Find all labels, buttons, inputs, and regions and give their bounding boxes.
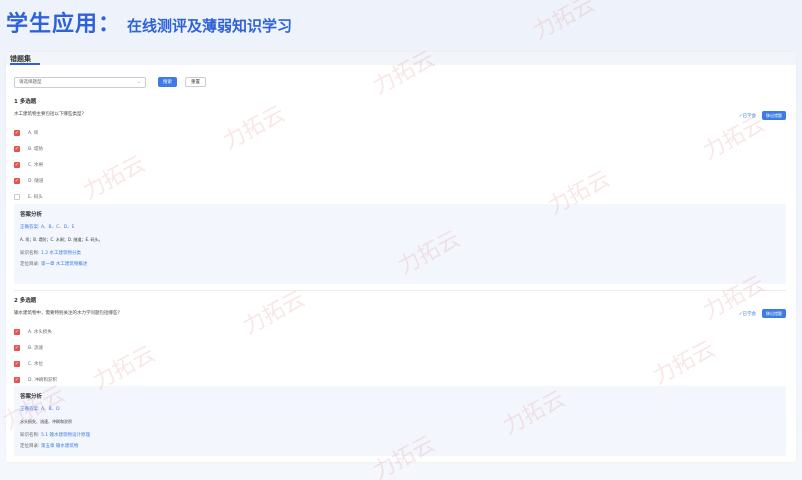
correct-answer-label: 正确答案: bbox=[20, 407, 40, 412]
knowledge-point-link[interactable]: 1.2 水工建筑物分类 bbox=[41, 251, 81, 256]
option-label: E. 码头 bbox=[28, 195, 43, 200]
option-b[interactable]: ✓ B. 流速 bbox=[14, 340, 790, 356]
page-title: 学生应用： bbox=[6, 12, 122, 37]
catalog-location-link[interactable]: 第五章 输水建筑物 bbox=[41, 444, 78, 449]
correct-answer-value: A、B、D bbox=[40, 407, 60, 412]
question-text: 输水建筑物中，需要特别关注的水力学问题包括哪些? bbox=[14, 311, 120, 316]
correct-answer-label: 正确答案: bbox=[20, 225, 40, 230]
mark-learned-button[interactable]: ✓已学会 bbox=[739, 113, 756, 119]
knowledge-point: 知识名称: 1.2 水工建筑物分类 bbox=[20, 250, 780, 256]
option-a[interactable]: ✓ A. 水头损失 bbox=[14, 324, 790, 340]
option-label: D. 冲刷和淤积 bbox=[28, 378, 57, 383]
option-label: D. 隧道 bbox=[28, 179, 44, 184]
question-2: 2 多选题 输水建筑物中，需要特别关注的水力学问题包括哪些? ✓已学会 移出错题… bbox=[14, 296, 790, 388]
catalog-location-label: 定位目录: bbox=[20, 444, 40, 449]
checkbox-checked-icon[interactable]: ✓ bbox=[14, 162, 20, 168]
option-label: B. 堤防 bbox=[28, 147, 43, 152]
wrong-question-panel: 错题集 请选择题型 ⌄ 搜索 重置 1 多选题 水工建筑物主要包括以下哪些类型?… bbox=[6, 52, 796, 462]
option-list: ✓ A. 坝 ✓ B. 堤防 ✓ C. 水闸 ✓ D. 隧道 E. 码头 bbox=[14, 125, 790, 205]
question-heading: 1 多选题 bbox=[14, 99, 37, 105]
answer-analysis-1: 答案分析 正确答案: A、B、C、D、E A. 坝；B. 堤防；C. 水闸；D.… bbox=[14, 204, 786, 284]
question-actions: ✓已学会 移出错题 bbox=[739, 309, 786, 318]
question-type-select-value: 请选择题型 bbox=[19, 80, 42, 85]
question-heading: 2 多选题 bbox=[14, 298, 37, 304]
remove-wrong-button[interactable]: 移出错题 bbox=[762, 111, 786, 120]
question-type-select[interactable]: 请选择题型 ⌄ bbox=[14, 76, 146, 88]
knowledge-point-label: 知识名称: bbox=[20, 251, 40, 256]
remove-wrong-button[interactable]: 移出错题 bbox=[762, 309, 786, 318]
page-subtitle: 在线测评及薄弱知识学习 bbox=[127, 17, 293, 35]
question-1: 1 多选题 水工建筑物主要包括以下哪些类型? ✓已学会 移出错题 ✓ A. 坝 … bbox=[14, 97, 790, 205]
checkbox-checked-icon[interactable]: ✓ bbox=[14, 146, 20, 152]
answer-analysis-2: 答案分析 正确答案: A、B、D 水头损失、流速、冲刷和淤积 知识名称: 5.1… bbox=[14, 386, 786, 456]
checkbox-checked-icon[interactable]: ✓ bbox=[14, 361, 20, 367]
catalog-location: 定位目录: 第一章 水工建筑物概述 bbox=[20, 261, 780, 267]
option-c[interactable]: ✓ C. 水位 bbox=[14, 356, 790, 372]
chevron-down-icon: ⌄ bbox=[136, 79, 141, 85]
checkbox-checked-icon[interactable]: ✓ bbox=[14, 130, 20, 136]
analysis-detail: 水头损失、流速、冲刷和淤积 bbox=[20, 419, 72, 424]
question-divider bbox=[14, 290, 786, 291]
analysis-title: 答案分析 bbox=[20, 394, 43, 400]
question-text: 水工建筑物主要包括以下哪些类型? bbox=[14, 112, 84, 117]
option-label: C. 水位 bbox=[28, 362, 44, 367]
option-a[interactable]: ✓ A. 坝 bbox=[14, 125, 790, 141]
option-list: ✓ A. 水头损失 ✓ B. 流速 ✓ C. 水位 ✓ D. 冲刷和淤积 bbox=[14, 324, 790, 388]
reset-button[interactable]: 重置 bbox=[185, 77, 206, 87]
correct-answer: 正确答案: A、B、C、D、E bbox=[20, 224, 780, 230]
option-label: A. 坝 bbox=[28, 131, 39, 136]
option-d[interactable]: ✓ D. 隧道 bbox=[14, 173, 790, 189]
checkbox-checked-icon[interactable]: ✓ bbox=[14, 329, 20, 335]
checkbox-unchecked-icon[interactable] bbox=[14, 194, 20, 200]
catalog-location: 定位目录: 第五章 输水建筑物 bbox=[20, 443, 780, 449]
analysis-title: 答案分析 bbox=[20, 212, 43, 218]
question-actions: ✓已学会 移出错题 bbox=[739, 111, 786, 120]
correct-answer: 正确答案: A、B、D bbox=[20, 406, 780, 412]
knowledge-point: 知识名称: 5.1 输水建筑物设计原理 bbox=[20, 432, 780, 438]
correct-answer-value: A、B、C、D、E bbox=[40, 225, 75, 230]
catalog-location-label: 定位目录: bbox=[20, 262, 40, 267]
analysis-detail: A. 坝；B. 堤防；C. 水闸；D. 隧道；E. 码头。 bbox=[20, 237, 103, 242]
filter-row: 请选择题型 ⌄ 搜索 重置 bbox=[14, 76, 206, 88]
mark-learned-button[interactable]: ✓已学会 bbox=[739, 311, 756, 317]
panel-header-strip bbox=[6, 52, 796, 65]
checkbox-checked-icon[interactable]: ✓ bbox=[14, 377, 20, 383]
knowledge-point-link[interactable]: 5.1 输水建筑物设计原理 bbox=[41, 433, 90, 438]
panel-title-underline bbox=[10, 63, 40, 65]
watermark: 力拓云 bbox=[529, 0, 600, 45]
option-b[interactable]: ✓ B. 堤防 bbox=[14, 141, 790, 157]
checkbox-checked-icon[interactable]: ✓ bbox=[14, 345, 20, 351]
option-label: B. 流速 bbox=[28, 346, 43, 351]
checkbox-checked-icon[interactable]: ✓ bbox=[14, 178, 20, 184]
option-label: C. 水闸 bbox=[28, 163, 44, 168]
option-label: A. 水头损失 bbox=[28, 330, 52, 335]
page-header: 学生应用： 在线测评及薄弱知识学习 bbox=[6, 6, 292, 40]
option-c[interactable]: ✓ C. 水闸 bbox=[14, 157, 790, 173]
search-button[interactable]: 搜索 bbox=[158, 77, 177, 87]
catalog-location-link[interactable]: 第一章 水工建筑物概述 bbox=[41, 262, 87, 267]
knowledge-point-label: 知识名称: bbox=[20, 433, 40, 438]
option-e[interactable]: E. 码头 bbox=[14, 189, 790, 205]
